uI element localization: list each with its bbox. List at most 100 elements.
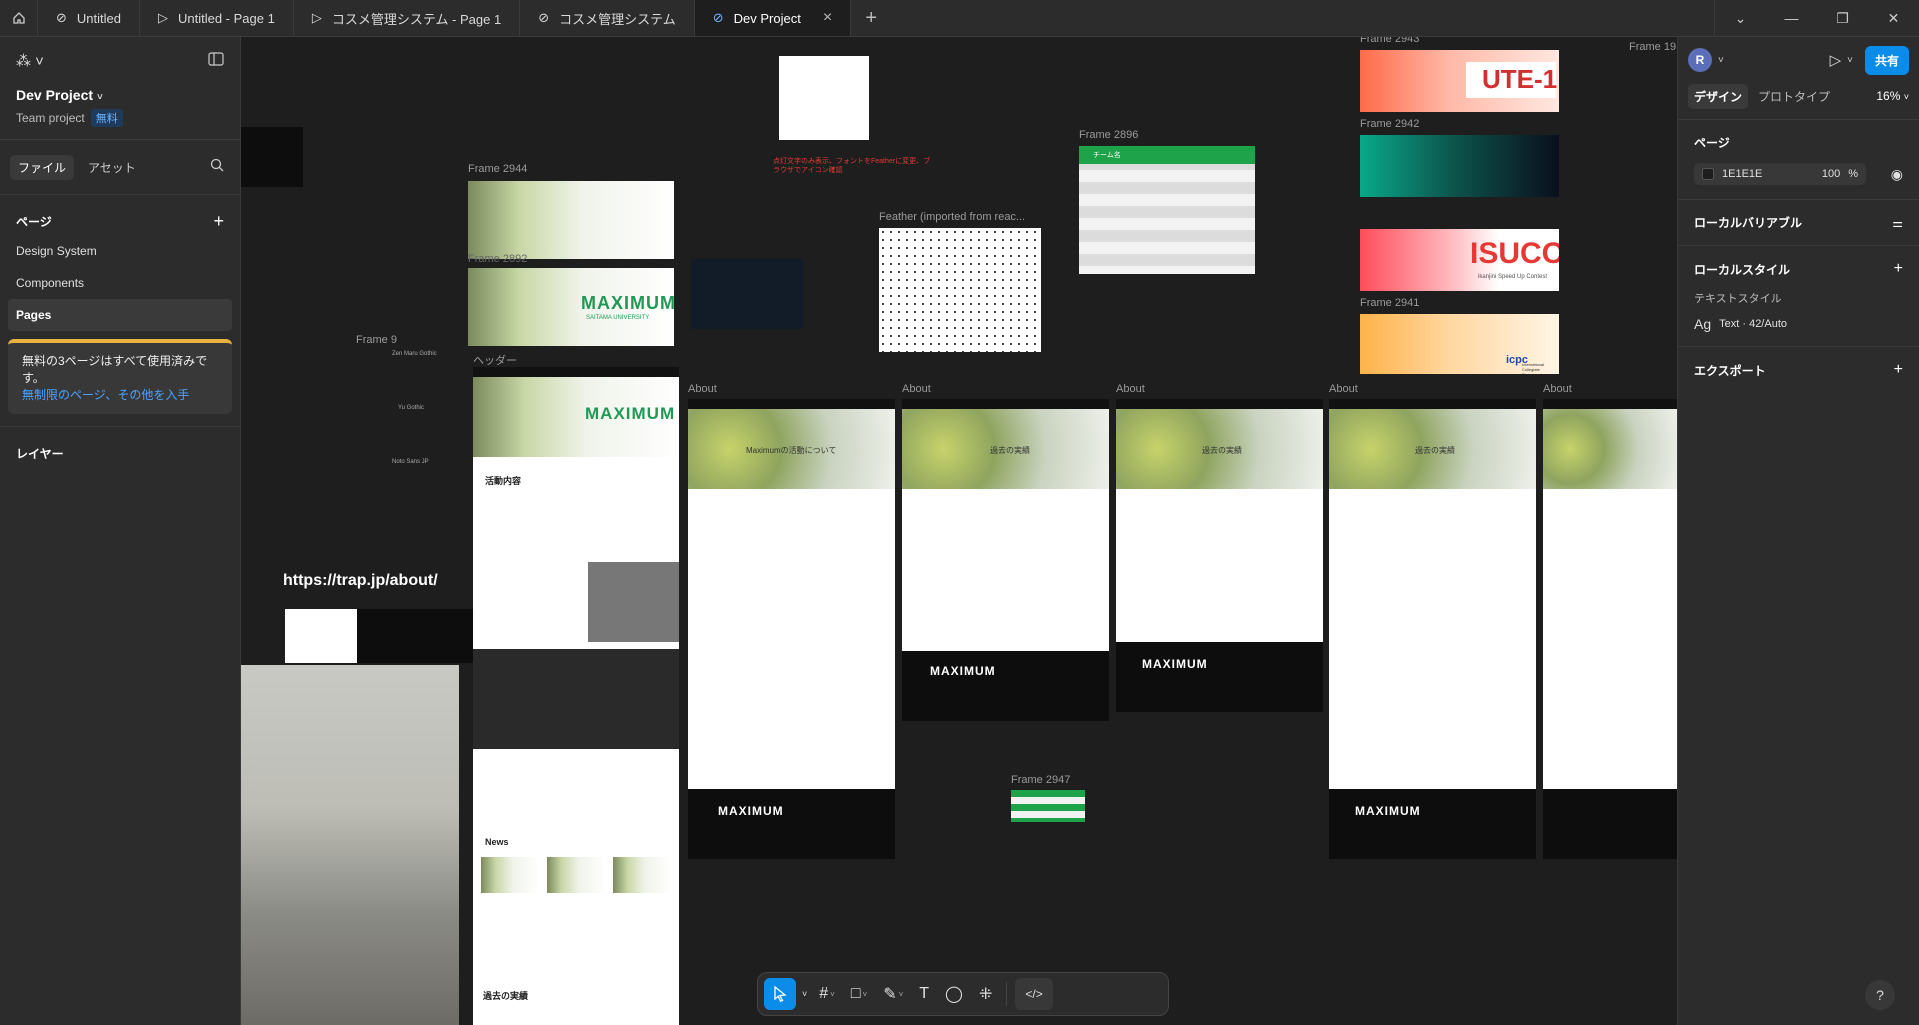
frame-label[interactable]: About [902,383,931,395]
page-item-design-system[interactable]: Design System [0,235,240,267]
isucon-subtitle: ikanjini Speed Up Contest [1478,274,1548,280]
frame-label[interactable]: Frame 2942 [1360,118,1419,130]
new-tab-button[interactable]: + [851,0,891,36]
dev-mode-toggle[interactable]: </> [1015,978,1053,1010]
variables-icon[interactable]: ⚌ [1892,216,1903,230]
about-frame-2[interactable]: 過去の実績 MAXIMUM [902,399,1109,721]
chevron-down-icon[interactable]: ˅ [1718,55,1724,66]
frame-label[interactable]: Frame 2896 [1079,129,1138,141]
maximum-footer-logo: MAXIMUM [1355,804,1421,818]
frame-2896-table[interactable]: チーム名 [1079,146,1255,274]
add-style-icon[interactable]: + [1894,260,1903,278]
icpc-subtitle: International Collegiate Programming Con… [1522,362,1546,374]
opacity-value[interactable]: 100 [1822,168,1840,180]
tab-dev-project[interactable]: ⊘ Dev Project × [694,0,852,36]
pen-tool[interactable]: ✎ ˅ [877,978,909,1010]
frame-label[interactable]: Frame 2943 [1360,37,1419,45]
frame-label[interactable]: ヘッダー [473,352,517,368]
home-page-frame[interactable]: MAXIMUM 活動内容 News 過去の実績 [473,367,679,1025]
page-fill-input[interactable]: 1E1E1E 100 % [1694,163,1866,185]
tab-cosme-page-1[interactable]: ▷ コスメ管理システム - Page 1 [294,0,521,36]
about-frame-3[interactable]: 過去の実績 MAXIMUM [1116,399,1323,712]
about-frame-4[interactable]: 過去の実績 MAXIMUM [1329,399,1536,859]
tab-untitled-page-1[interactable]: ▷ Untitled - Page 1 [140,0,294,36]
help-button[interactable]: ? [1865,980,1895,1010]
frame-label[interactable]: About [1543,383,1572,395]
frame-label[interactable]: Feather (imported from reac... [879,211,1025,223]
speed-banner[interactable] [1360,135,1559,197]
tab-assets[interactable]: アセット [80,155,144,180]
text-tool[interactable]: T [913,978,935,1010]
past-results-heading: 過去の実績 [483,991,529,1001]
frame-label[interactable]: Frame 2892 [468,253,527,265]
zoom-level[interactable]: 16% ˅ [1876,89,1909,103]
upsell-banner: 無料の3ページはすべて使用済みです。 無制限のページ、その他を入手 [8,339,232,414]
home-button[interactable] [0,0,38,36]
frame-label[interactable]: Frame 2947 [1011,774,1070,786]
frame-2892-thumb[interactable]: MAXIMUM SAITAMA UNIVERSITY [468,268,674,346]
shape-tool[interactable]: □ ˅ [845,978,873,1010]
tab-files[interactable]: ファイル [10,154,75,180]
upsell-link[interactable]: 無制限のページ、その他を入手 [22,388,189,402]
figma-menu-icon[interactable]: ⁂ ˅ [16,52,44,70]
close-window-button[interactable]: ✕ [1868,0,1919,36]
ute-banner[interactable]: UTE-1 [1360,50,1559,112]
sidebar-toggle-icon[interactable] [208,51,224,71]
share-button[interactable]: 共有 [1864,45,1909,75]
comment-tool[interactable]: ◯ [939,978,969,1010]
isucon-banner[interactable]: ISUCON ikanjini Speed Up Contest [1360,229,1559,291]
frame-tool[interactable]: # ˅ [813,978,841,1010]
frame-label[interactable]: About [1329,383,1358,395]
table-head: チーム名 [1093,152,1121,159]
table-thumb[interactable] [691,259,803,329]
close-tab-icon[interactable]: × [823,9,832,27]
avatar[interactable]: R [1688,48,1712,72]
add-export-icon[interactable]: + [1894,361,1903,379]
font-name: Yu Gothic [398,405,425,411]
tab-untitled[interactable]: ⊘ Untitled [38,0,140,36]
frame-label[interactable]: Frame 2944 [468,163,527,175]
about-frame-5[interactable] [1543,399,1677,859]
text-style-item[interactable]: Ag Text · 42/Auto [1694,316,1903,332]
page-item-pages[interactable]: Pages [8,299,232,331]
search-icon[interactable] [210,158,224,177]
restore-button[interactable]: ❐ [1817,0,1868,36]
trap-url-text[interactable]: https://trap.jp/about/ [283,572,438,590]
frame-label[interactable]: Frame 19 [1629,41,1676,53]
canvas[interactable]: Frame 2944 Frame 2892 MAXIMUM SAITAMA UN… [241,37,1677,1025]
minimize-button[interactable]: — [1766,0,1817,36]
bottom-toolbar: ˅ # ˅ □ ˅ ✎ ˅ T ◯ ⁜ </> [757,972,1169,1016]
feather-icons-frame[interactable] [879,228,1041,352]
chevron-down-icon[interactable]: ⌄ [1715,0,1766,36]
screenshot-thumb[interactable] [285,609,357,663]
frame-label[interactable]: Frame 2941 [1360,297,1419,309]
frame-2944-thumb[interactable] [468,181,674,259]
pages-title: ページ [16,214,52,229]
frame-label[interactable]: Frame 9 [356,334,397,346]
screenshot-thumb[interactable] [357,609,487,663]
maximum-subtitle: SAITAMA UNIVERSITY [586,315,650,321]
color-swatch[interactable] [1702,168,1714,180]
frame-2947-table[interactable] [1011,790,1085,822]
project-name[interactable]: Dev Project ˅ [16,87,224,103]
tab-prototype[interactable]: プロトタイプ [1752,84,1836,109]
actions-tool[interactable]: ⁜ [973,978,998,1010]
present-icon[interactable]: ▷ [1830,51,1842,69]
about-frame-1[interactable]: Maximumの活動について MAXIMUM [688,399,895,859]
frame-label[interactable]: About [1116,383,1145,395]
chevron-down-icon[interactable]: ˅ [1847,55,1853,66]
chevron-down-icon[interactable]: ˅ [800,978,809,1010]
local-variables-title[interactable]: ローカルバリアブル [1694,214,1802,231]
classroom-photo[interactable] [241,665,459,1025]
page-item-components[interactable]: Components [0,267,240,299]
tab-cosme[interactable]: ⊘ コスメ管理システム [520,0,695,36]
move-tool[interactable] [764,978,796,1010]
eye-icon[interactable]: ◉ [1891,166,1903,183]
tab-design[interactable]: デザイン [1688,83,1749,109]
frame-9[interactable]: Zen Maru Gothic Yu Gothic Noto Sans JP [356,347,466,507]
frame-thumb[interactable] [241,127,303,187]
frame-label[interactable]: About [688,383,717,395]
add-page-icon[interactable]: + [213,211,224,232]
popup-thumb[interactable] [779,56,869,140]
icpc-banner[interactable]: icpc International Collegiate Programmin… [1360,314,1559,374]
